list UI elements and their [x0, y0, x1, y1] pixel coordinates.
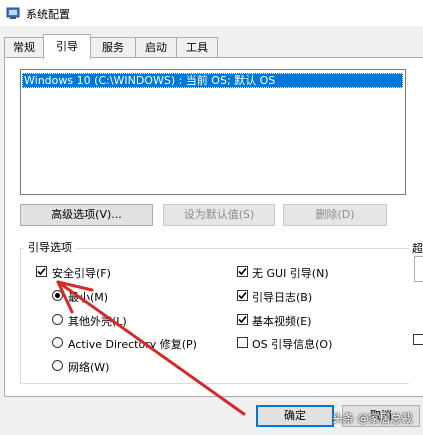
os-list[interactable]: Windows 10 (C:\WINDOWS) : 当前 OS; 默认 OS [20, 69, 406, 195]
persistent-settings-checkbox[interactable] [413, 334, 423, 345]
timeout-label: 超 [412, 242, 423, 255]
check-icon [238, 291, 247, 300]
base-video-label: 基本视频(E) [252, 315, 312, 328]
tab-services[interactable]: 服务 [90, 37, 136, 58]
safe-boot-checkbox[interactable] [36, 266, 47, 277]
no-gui-boot-label: 无 GUI 引导(N) [252, 267, 329, 280]
os-boot-info-label: OS 引导信息(O) [252, 338, 333, 351]
delete-button[interactable]: 删除(D) [283, 204, 387, 226]
os-boot-info-checkbox[interactable] [237, 337, 248, 348]
no-gui-boot-checkbox[interactable] [237, 266, 248, 277]
system-config-icon [6, 7, 20, 19]
alternate-shell-radio[interactable] [52, 314, 63, 325]
ok-button[interactable]: 确定 [256, 405, 334, 427]
check-icon [238, 315, 247, 324]
set-default-button[interactable]: 设为默认值(S) [163, 204, 275, 226]
advanced-options-button[interactable]: 高级选项(V)... [20, 204, 153, 226]
boot-log-label: 引导日志(B) [252, 291, 313, 304]
watermark: 头条 @家居总裁 [332, 412, 413, 425]
minimal-label: 最小(M) [68, 291, 109, 304]
check-icon [37, 267, 46, 276]
network-label: 网络(W) [68, 361, 110, 374]
alternate-shell-label: 其他外壳(L) [68, 315, 127, 328]
ad-repair-label: Active Directory 修复(P) [68, 338, 197, 351]
minimal-radio[interactable] [52, 290, 63, 301]
tab-strip: 常规 引导 服务 启动 工具 [0, 34, 423, 59]
network-radio[interactable] [52, 360, 63, 371]
tab-startup[interactable]: 启动 [135, 37, 177, 58]
boot-log-checkbox[interactable] [237, 290, 248, 301]
title-bar: 系统配置 [0, 0, 423, 26]
safe-boot-label: 安全引导(F) [52, 267, 111, 280]
window-title: 系统配置 [26, 8, 70, 21]
tab-boot[interactable]: 引导 [43, 34, 91, 59]
tab-tools[interactable]: 工具 [176, 37, 218, 58]
base-video-checkbox[interactable] [237, 314, 248, 325]
boot-options-title: 引导选项 [24, 239, 76, 255]
focus-rect [22, 73, 403, 88]
tab-general[interactable]: 常规 [4, 37, 44, 58]
check-icon [238, 267, 247, 276]
ad-repair-radio[interactable] [52, 337, 63, 348]
timeout-input[interactable] [414, 256, 423, 282]
